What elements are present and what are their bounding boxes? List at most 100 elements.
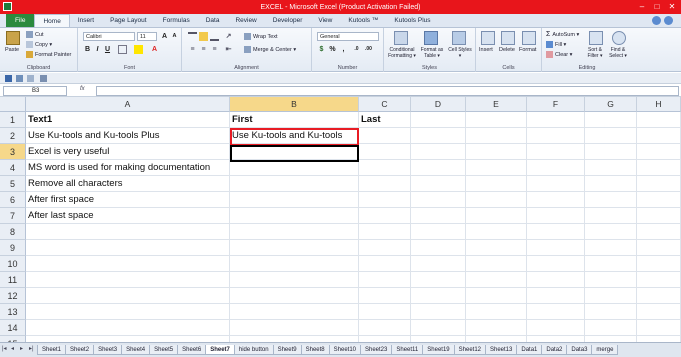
cell-h8[interactable]: [637, 224, 681, 240]
close-icon[interactable]: ✕: [665, 1, 679, 12]
cell-f12[interactable]: [527, 288, 585, 304]
sheet-tab-sheet4[interactable]: Sheet4: [121, 345, 151, 355]
format-as-table-button[interactable]: Format as Table ▾: [418, 47, 446, 59]
row-header-9[interactable]: 9: [0, 240, 26, 256]
column-header-h[interactable]: H: [637, 97, 681, 112]
cell-e6[interactable]: [466, 192, 527, 208]
column-header-f[interactable]: F: [527, 97, 585, 112]
cell-a11[interactable]: [26, 272, 230, 288]
cell-a12[interactable]: [26, 288, 230, 304]
percent-icon[interactable]: %: [328, 45, 337, 54]
cell-h12[interactable]: [637, 288, 681, 304]
cell-h13[interactable]: [637, 304, 681, 320]
sheet-tab-sheet5[interactable]: Sheet5: [149, 345, 179, 355]
cell-c11[interactable]: [359, 272, 411, 288]
cell-c9[interactable]: [359, 240, 411, 256]
row-header-1[interactable]: 1: [0, 112, 26, 128]
cell-b11[interactable]: [230, 272, 359, 288]
cell-g12[interactable]: [585, 288, 637, 304]
cell-d10[interactable]: [411, 256, 466, 272]
cell-g10[interactable]: [585, 256, 637, 272]
cell-e9[interactable]: [466, 240, 527, 256]
cell-b5[interactable]: [230, 176, 359, 192]
row-header-7[interactable]: 7: [0, 208, 26, 224]
cell-g8[interactable]: [585, 224, 637, 240]
sheet-tab-data2[interactable]: Data2: [541, 345, 568, 355]
currency-icon[interactable]: $: [317, 45, 326, 54]
cell-a5[interactable]: Remove all characters: [26, 176, 230, 192]
minimize-icon[interactable]: –: [635, 1, 649, 12]
cell-c2[interactable]: [359, 128, 411, 144]
cell-a1[interactable]: Text1: [26, 112, 230, 128]
paste-button[interactable]: Paste: [5, 47, 19, 53]
cell-d14[interactable]: [411, 320, 466, 336]
cell-c10[interactable]: [359, 256, 411, 272]
cell-e2[interactable]: [466, 128, 527, 144]
sheet-tab-sheet8[interactable]: Sheet8: [300, 345, 330, 355]
cell-e8[interactable]: [466, 224, 527, 240]
customize-qat-icon[interactable]: [40, 75, 47, 82]
cell-f5[interactable]: [527, 176, 585, 192]
column-header-c[interactable]: C: [359, 97, 411, 112]
column-header-b[interactable]: B: [230, 97, 359, 112]
cell-h7[interactable]: [637, 208, 681, 224]
decrease-decimal-icon[interactable]: .00: [364, 45, 373, 54]
cell-e3[interactable]: [466, 144, 527, 160]
wrap-text-button[interactable]: Wrap Text: [244, 33, 278, 40]
conditional-formatting-icon[interactable]: [394, 31, 408, 45]
tab-data[interactable]: Data: [198, 14, 228, 27]
cell-e4[interactable]: [466, 160, 527, 176]
cell-a14[interactable]: [26, 320, 230, 336]
find-select-button[interactable]: Find & Select ▾: [606, 47, 630, 59]
delete-button[interactable]: Delete: [499, 47, 515, 53]
cell-b13[interactable]: [230, 304, 359, 320]
cell-a9[interactable]: [26, 240, 230, 256]
delete-cells-icon[interactable]: [501, 31, 515, 45]
cell-f9[interactable]: [527, 240, 585, 256]
select-all-corner[interactable]: [0, 97, 26, 112]
format-button[interactable]: Format: [519, 47, 536, 53]
tab-insert[interactable]: Insert: [70, 14, 102, 27]
sheet-tab-sheet3[interactable]: Sheet3: [93, 345, 123, 355]
cell-g14[interactable]: [585, 320, 637, 336]
sheet-tab-sheet19[interactable]: Sheet19: [422, 345, 455, 355]
cell-h3[interactable]: [637, 144, 681, 160]
tab-developer[interactable]: Developer: [265, 14, 311, 27]
cell-a8[interactable]: [26, 224, 230, 240]
align-bottom-icon[interactable]: [210, 32, 219, 41]
sheet-tab-sheet6[interactable]: Sheet6: [177, 345, 207, 355]
cell-e10[interactable]: [466, 256, 527, 272]
merge-center-button[interactable]: Merge & Center ▾: [244, 46, 296, 53]
cell-d5[interactable]: [411, 176, 466, 192]
align-left-icon[interactable]: ≡: [188, 45, 197, 54]
copy-button[interactable]: Copy ▾: [26, 41, 52, 48]
cell-e5[interactable]: [466, 176, 527, 192]
align-right-icon[interactable]: ≡: [210, 45, 219, 54]
active-cell-b3[interactable]: [230, 145, 359, 162]
cell-b4[interactable]: [230, 160, 359, 176]
redo-icon[interactable]: [27, 75, 34, 82]
cell-d1[interactable]: [411, 112, 466, 128]
help-icon[interactable]: [664, 16, 673, 25]
cell-c12[interactable]: [359, 288, 411, 304]
format-painter-button[interactable]: Format Painter: [26, 51, 71, 58]
prev-sheet-icon[interactable]: ◂: [11, 346, 18, 353]
cell-styles-icon[interactable]: [452, 31, 466, 45]
cut-button[interactable]: Cut: [26, 31, 44, 38]
cell-g13[interactable]: [585, 304, 637, 320]
sheet-tab-sheet23[interactable]: Sheet23: [360, 345, 393, 355]
cell-f2[interactable]: [527, 128, 585, 144]
first-sheet-icon[interactable]: |◂: [2, 346, 9, 353]
clear-button[interactable]: Clear ▾: [546, 51, 572, 58]
cell-h2[interactable]: [637, 128, 681, 144]
row-header-2[interactable]: 2: [0, 128, 26, 144]
cell-h14[interactable]: [637, 320, 681, 336]
cell-c3[interactable]: [359, 144, 411, 160]
cell-c6[interactable]: [359, 192, 411, 208]
cell-c8[interactable]: [359, 224, 411, 240]
next-sheet-icon[interactable]: ▸: [20, 346, 27, 353]
cell-e12[interactable]: [466, 288, 527, 304]
undo-icon[interactable]: [16, 75, 23, 82]
insert-button[interactable]: Insert: [479, 47, 493, 53]
orientation-icon[interactable]: ↗: [224, 32, 233, 41]
